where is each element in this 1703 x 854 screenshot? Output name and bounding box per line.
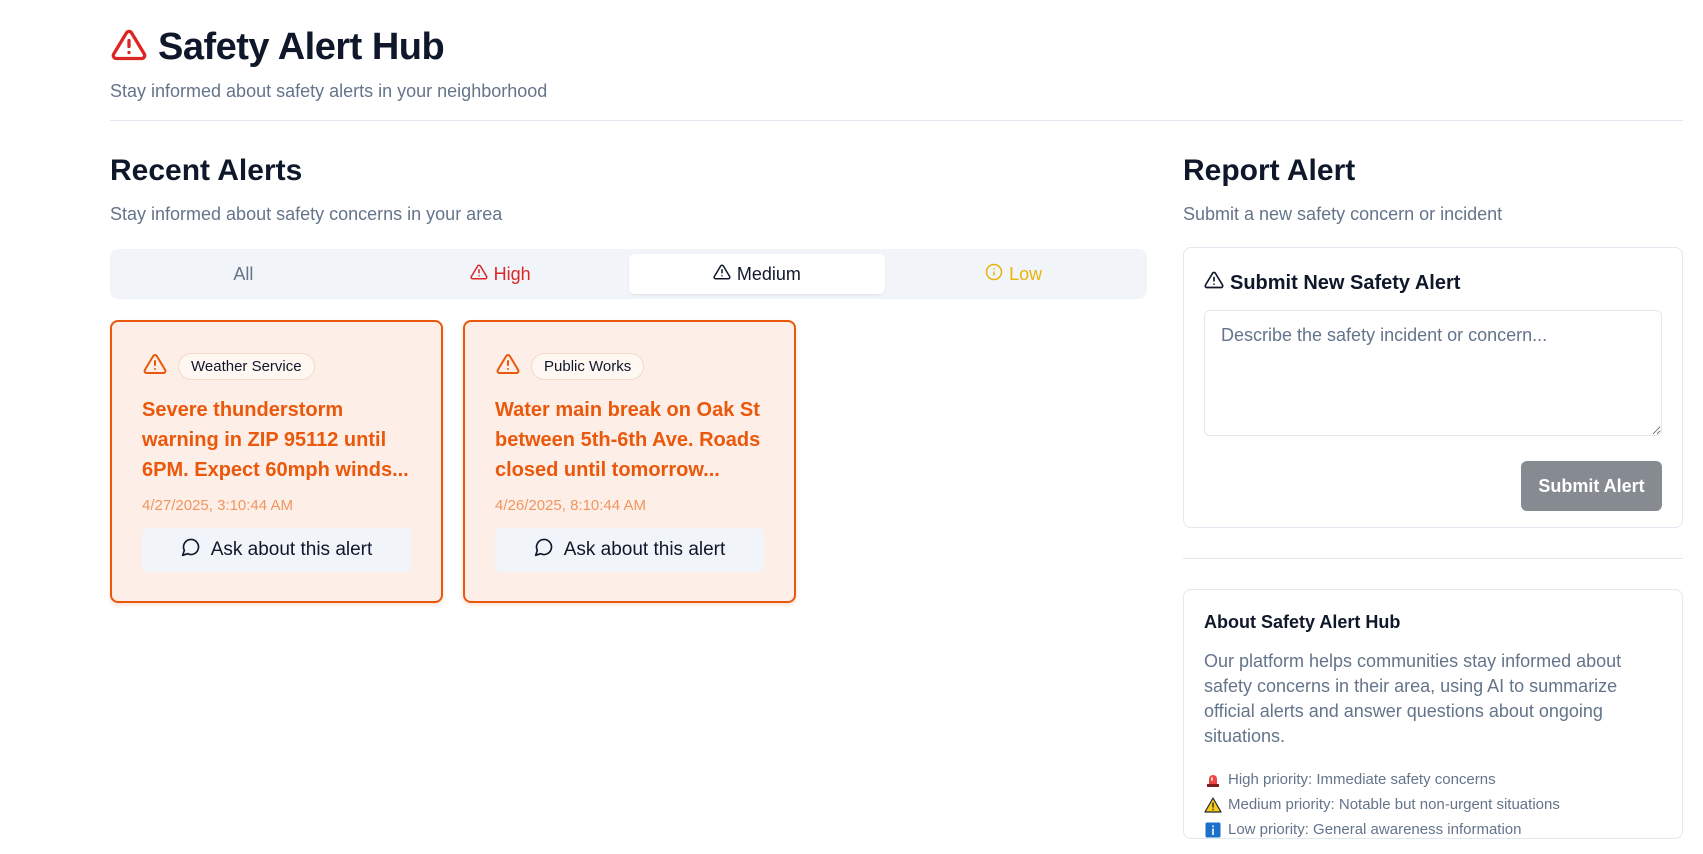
about-title: About Safety Alert Hub bbox=[1204, 612, 1401, 632]
alert-card: Weather Service Severe thunderstorm warn… bbox=[110, 320, 443, 603]
legend-item-high: High priority: Immediate safety concerns bbox=[1204, 767, 1662, 792]
alert-timestamp: 4/27/2025, 3:10:44 AM bbox=[142, 497, 293, 514]
submit-alert-form: Submit New Safety Alert Submit Alert bbox=[1183, 247, 1683, 528]
report-alert-section: Report Alert Submit a new safety concern… bbox=[1183, 154, 1683, 839]
info-emoji-icon bbox=[1204, 821, 1222, 839]
alert-source-badge: Weather Service bbox=[178, 353, 315, 380]
warning-emoji-icon bbox=[1204, 796, 1222, 814]
alert-text: Severe thunderstorm warning in ZIP 95112… bbox=[142, 399, 409, 481]
tab-high[interactable]: High bbox=[372, 254, 629, 294]
about-text: Our platform helps communities stay info… bbox=[1204, 651, 1622, 746]
warning-triangle-icon bbox=[713, 263, 731, 286]
alert-cards: Weather Service Severe thunderstorm warn… bbox=[110, 320, 1147, 603]
tab-all[interactable]: All bbox=[115, 254, 372, 294]
alert-text: Water main break on Oak St between 5th-6… bbox=[495, 399, 761, 481]
tab-low[interactable]: Low bbox=[885, 254, 1142, 294]
recent-alerts-section: Recent Alerts Stay informed about safety… bbox=[110, 154, 1147, 603]
legend-item-low: Low priority: General awareness informat… bbox=[1204, 817, 1662, 842]
section-divider bbox=[1183, 558, 1683, 559]
siren-icon bbox=[1204, 771, 1222, 789]
recent-alerts-title: Recent Alerts bbox=[110, 154, 303, 187]
warning-triangle-icon bbox=[470, 263, 488, 286]
header-title-row: Safety Alert Hub bbox=[110, 26, 547, 69]
warning-triangle-icon bbox=[1204, 270, 1224, 296]
tab-high-label: High bbox=[493, 263, 531, 284]
priority-legend: High priority: Immediate safety concerns… bbox=[1204, 767, 1662, 842]
alert-card: Public Works Water main break on Oak St … bbox=[463, 320, 796, 603]
alert-description-input[interactable] bbox=[1204, 310, 1662, 436]
message-circle-icon bbox=[534, 537, 554, 563]
tab-medium-label: Medium bbox=[736, 263, 801, 284]
form-title-label: Submit New Safety Alert bbox=[1230, 271, 1461, 294]
page-title: Safety Alert Hub bbox=[158, 26, 445, 68]
about-card: About Safety Alert Hub Our platform help… bbox=[1183, 589, 1683, 839]
page-header: Safety Alert Hub Stay informed about saf… bbox=[110, 26, 547, 102]
warning-triangle-icon bbox=[495, 352, 521, 381]
warning-triangle-icon bbox=[142, 352, 168, 381]
warning-triangle-icon bbox=[110, 27, 148, 68]
tab-medium[interactable]: Medium bbox=[628, 254, 886, 294]
legend-medium-label: Medium priority: Notable but non-urgent … bbox=[1228, 796, 1560, 813]
alert-card-header: Weather Service bbox=[142, 352, 411, 381]
page-subtitle: Stay informed about safety alerts in you… bbox=[110, 81, 548, 101]
report-alert-title: Report Alert bbox=[1183, 154, 1356, 187]
info-circle-icon bbox=[985, 263, 1003, 286]
legend-high-label: High priority: Immediate safety concerns bbox=[1228, 771, 1496, 788]
message-circle-icon bbox=[181, 537, 201, 563]
alert-source-badge: Public Works bbox=[531, 353, 645, 380]
submit-row: Submit Alert bbox=[1204, 461, 1662, 511]
ask-about-alert-button[interactable]: Ask about this alert bbox=[495, 528, 764, 572]
tab-all-label: All bbox=[233, 263, 254, 284]
ask-about-alert-label: Ask about this alert bbox=[563, 539, 726, 560]
tab-low-label: Low bbox=[1009, 263, 1043, 284]
severity-tabs: All High Medium Low bbox=[110, 249, 1147, 299]
ask-about-alert-button[interactable]: Ask about this alert bbox=[142, 528, 411, 572]
alert-timestamp: 4/26/2025, 8:10:44 AM bbox=[495, 497, 646, 514]
legend-low-label: Low priority: General awareness informat… bbox=[1228, 821, 1522, 838]
report-alert-subtitle: Submit a new safety concern or incident bbox=[1183, 204, 1503, 224]
ask-about-alert-label: Ask about this alert bbox=[210, 539, 373, 560]
form-title: Submit New Safety Alert bbox=[1204, 270, 1662, 296]
submit-alert-button[interactable]: Submit Alert bbox=[1521, 461, 1662, 511]
alert-card-header: Public Works bbox=[495, 352, 764, 381]
recent-alerts-subtitle: Stay informed about safety concerns in y… bbox=[110, 204, 503, 224]
header-divider bbox=[110, 120, 1683, 121]
legend-item-medium: Medium priority: Notable but non-urgent … bbox=[1204, 792, 1662, 817]
